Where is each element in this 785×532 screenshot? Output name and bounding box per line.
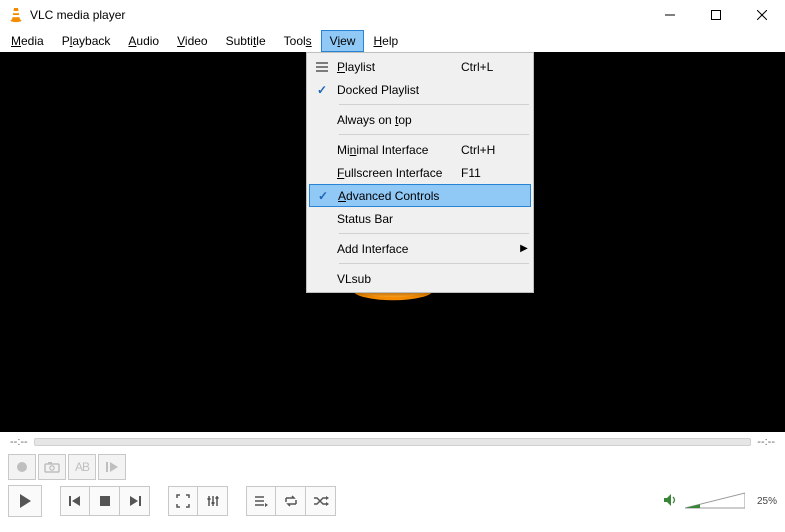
- menu-item-shortcut: F11: [461, 166, 517, 180]
- menu-item-label: Always on top: [335, 113, 461, 127]
- minimize-button[interactable]: [647, 0, 693, 30]
- menu-item-label: Add Interface: [335, 242, 461, 256]
- menu-tools[interactable]: Tools: [275, 30, 321, 52]
- menu-help[interactable]: Help: [364, 30, 407, 52]
- advanced-controls-row: AB: [0, 452, 785, 482]
- titlebar: VLC media player: [0, 0, 785, 30]
- previous-button[interactable]: [60, 486, 90, 516]
- menu-playback[interactable]: Playback: [53, 30, 120, 52]
- record-button[interactable]: [8, 454, 36, 480]
- menu-item-status-bar[interactable]: Status Bar: [309, 207, 531, 230]
- menu-separator: [339, 104, 529, 105]
- time-elapsed: --:--: [10, 436, 28, 448]
- volume-slider[interactable]: [685, 491, 745, 511]
- menu-item-add-interface[interactable]: Add Interface ▶: [309, 237, 531, 260]
- menu-item-label: Status Bar: [335, 212, 461, 226]
- menu-separator: [339, 233, 529, 234]
- menu-item-playlist[interactable]: Playlist Ctrl+L: [309, 55, 531, 78]
- submenu-arrow-icon: ▶: [517, 243, 531, 254]
- menu-item-label: Playlist: [335, 60, 461, 74]
- menu-separator: [339, 134, 529, 135]
- app-icon: [8, 7, 24, 23]
- menu-item-shortcut: Ctrl+H: [461, 143, 517, 157]
- menu-item-shortcut: Ctrl+L: [461, 60, 517, 74]
- menu-audio[interactable]: Audio: [119, 30, 168, 52]
- menu-item-label: Fullscreen Interface: [335, 166, 461, 180]
- main-controls-row: 25%: [0, 482, 785, 520]
- loop-button[interactable]: [276, 486, 306, 516]
- playlist-button[interactable]: [246, 486, 276, 516]
- menu-item-docked-playlist[interactable]: ✓ Docked Playlist: [309, 78, 531, 101]
- speaker-icon[interactable]: [663, 493, 679, 510]
- close-button[interactable]: [739, 0, 785, 30]
- play-button[interactable]: [8, 485, 42, 517]
- snapshot-button[interactable]: [38, 454, 66, 480]
- menubar: Media Playback Audio Video Subtitle Tool…: [0, 30, 785, 52]
- next-button[interactable]: [120, 486, 150, 516]
- extended-settings-button[interactable]: [198, 486, 228, 516]
- menu-media[interactable]: Media: [2, 30, 53, 52]
- maximize-button[interactable]: [693, 0, 739, 30]
- menu-item-label: VLsub: [335, 272, 461, 286]
- volume-percent: 25%: [751, 496, 777, 507]
- menu-item-fullscreen-interface[interactable]: Fullscreen Interface F11: [309, 161, 531, 184]
- seek-bar-row: --:-- --:--: [0, 432, 785, 452]
- menu-subtitle[interactable]: Subtitle: [217, 30, 275, 52]
- check-icon: ✓: [309, 83, 335, 97]
- menu-view[interactable]: View: [321, 30, 365, 52]
- stop-button[interactable]: [90, 486, 120, 516]
- fullscreen-button[interactable]: [168, 486, 198, 516]
- window-title: VLC media player: [30, 8, 647, 22]
- playlist-icon: [309, 61, 335, 73]
- menu-item-label: Docked Playlist: [335, 83, 461, 97]
- check-icon: ✓: [310, 189, 336, 203]
- window-buttons: [647, 0, 785, 30]
- loop-ab-button[interactable]: AB: [68, 454, 96, 480]
- menu-item-vlsub[interactable]: VLsub: [309, 267, 531, 290]
- menu-item-advanced-controls[interactable]: ✓ Advanced Controls: [309, 184, 531, 207]
- menu-item-label: Minimal Interface: [335, 143, 461, 157]
- shuffle-button[interactable]: [306, 486, 336, 516]
- menu-item-label: Advanced Controls: [336, 189, 460, 203]
- svg-text:B: B: [82, 460, 90, 474]
- menu-item-minimal-interface[interactable]: Minimal Interface Ctrl+H: [309, 138, 531, 161]
- menu-separator: [339, 263, 529, 264]
- frame-step-button[interactable]: [98, 454, 126, 480]
- volume-area: 25%: [663, 491, 777, 511]
- menu-video[interactable]: Video: [168, 30, 216, 52]
- view-dropdown: Playlist Ctrl+L ✓ Docked Playlist Always…: [306, 52, 534, 293]
- time-total: --:--: [757, 436, 775, 448]
- seek-slider[interactable]: [34, 438, 752, 446]
- menu-item-always-on-top[interactable]: Always on top: [309, 108, 531, 131]
